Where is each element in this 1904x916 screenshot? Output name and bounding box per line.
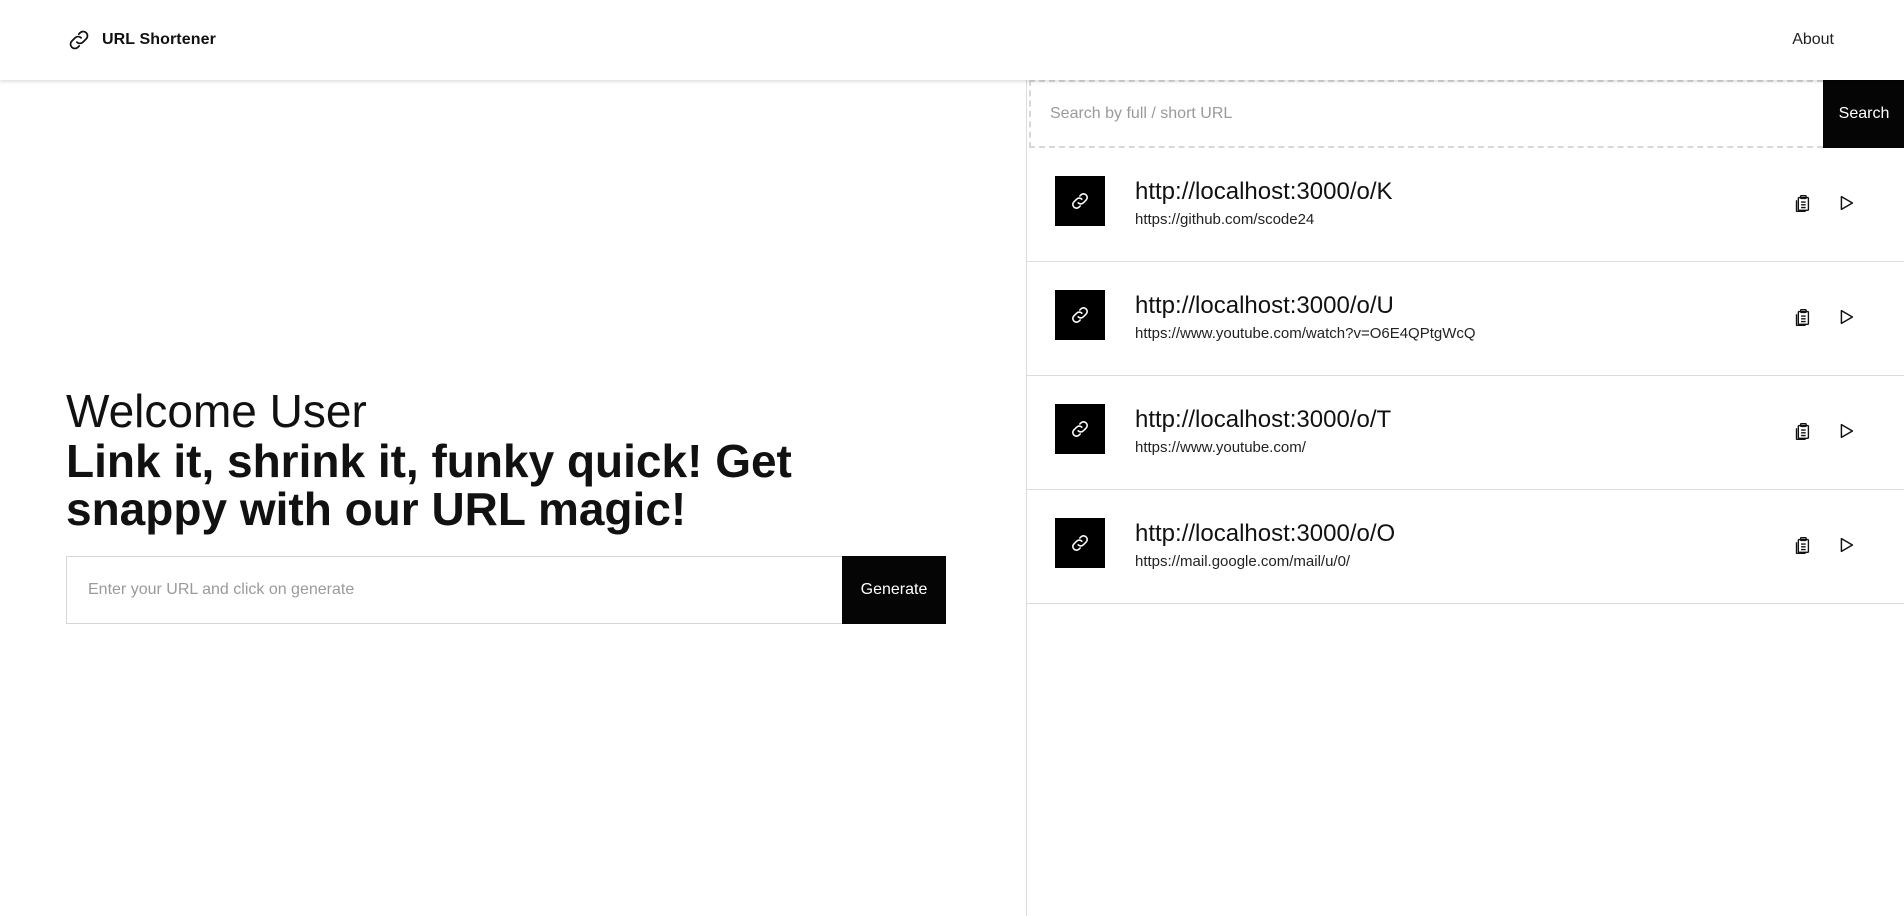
list-item: http://localhost:3000/o/O https://mail.g… [1027, 490, 1904, 604]
about-link[interactable]: About [1792, 31, 1834, 49]
play-icon [1840, 195, 1854, 211]
tagline-heading: Link it, shrink it, funky quick! Get sna… [66, 435, 792, 535]
list-item: http://localhost:3000/o/T https://www.yo… [1027, 376, 1904, 490]
full-url: https://github.com/scode24 [1135, 211, 1315, 228]
full-url: https://www.youtube.com/ [1135, 439, 1306, 456]
copy-button[interactable] [1789, 418, 1815, 444]
play-icon [1840, 309, 1854, 325]
link-icon [1072, 421, 1088, 437]
link-thumbnail [1055, 176, 1105, 226]
url-input[interactable] [66, 556, 842, 624]
short-url[interactable]: http://localhost:3000/o/K [1135, 178, 1393, 206]
link-thumbnail [1055, 290, 1105, 340]
search-bar: Search [1029, 80, 1904, 148]
top-navbar: URL Shortener About [0, 0, 1904, 80]
link-thumbnail [1055, 404, 1105, 454]
clipboard-icon [1795, 308, 1810, 326]
generate-form: Generate [66, 556, 946, 624]
links-panel: Search http://localhost:3000/o/K https:/… [1026, 80, 1904, 916]
copy-button[interactable] [1789, 532, 1815, 558]
shortened-links-list: http://localhost:3000/o/K https://github… [1027, 148, 1904, 604]
link-thumbnail [1055, 518, 1105, 568]
link-icon [69, 30, 89, 50]
copy-button[interactable] [1789, 190, 1815, 216]
list-item: http://localhost:3000/o/U https://www.yo… [1027, 262, 1904, 376]
open-link-button[interactable] [1833, 532, 1859, 558]
list-item: http://localhost:3000/o/K https://github… [1027, 148, 1904, 262]
play-icon [1840, 423, 1854, 439]
link-icon [1072, 193, 1088, 209]
short-url[interactable]: http://localhost:3000/o/T [1135, 406, 1391, 434]
short-url[interactable]: http://localhost:3000/o/O [1135, 520, 1395, 548]
play-icon [1840, 537, 1854, 553]
full-url: https://mail.google.com/mail/u/0/ [1135, 553, 1351, 570]
welcome-heading: Welcome User [66, 385, 367, 437]
clipboard-icon [1795, 536, 1810, 554]
open-link-button[interactable] [1833, 190, 1859, 216]
short-url[interactable]: http://localhost:3000/o/U [1135, 292, 1394, 320]
clipboard-icon [1795, 422, 1810, 440]
brand[interactable]: URL Shortener [66, 27, 216, 53]
link-icon [1072, 307, 1088, 323]
hero-section: Welcome User Link it, shrink it, funky q… [66, 385, 946, 533]
search-button[interactable]: Search [1823, 80, 1904, 148]
copy-button[interactable] [1789, 304, 1815, 330]
brand-title: URL Shortener [102, 31, 216, 48]
generate-button[interactable]: Generate [842, 556, 946, 624]
full-url: https://www.youtube.com/watch?v=O6E4QPtg… [1135, 325, 1476, 342]
link-icon [1072, 535, 1088, 551]
clipboard-icon [1795, 194, 1810, 212]
open-link-button[interactable] [1833, 418, 1859, 444]
open-link-button[interactable] [1833, 304, 1859, 330]
search-input[interactable] [1029, 80, 1823, 148]
